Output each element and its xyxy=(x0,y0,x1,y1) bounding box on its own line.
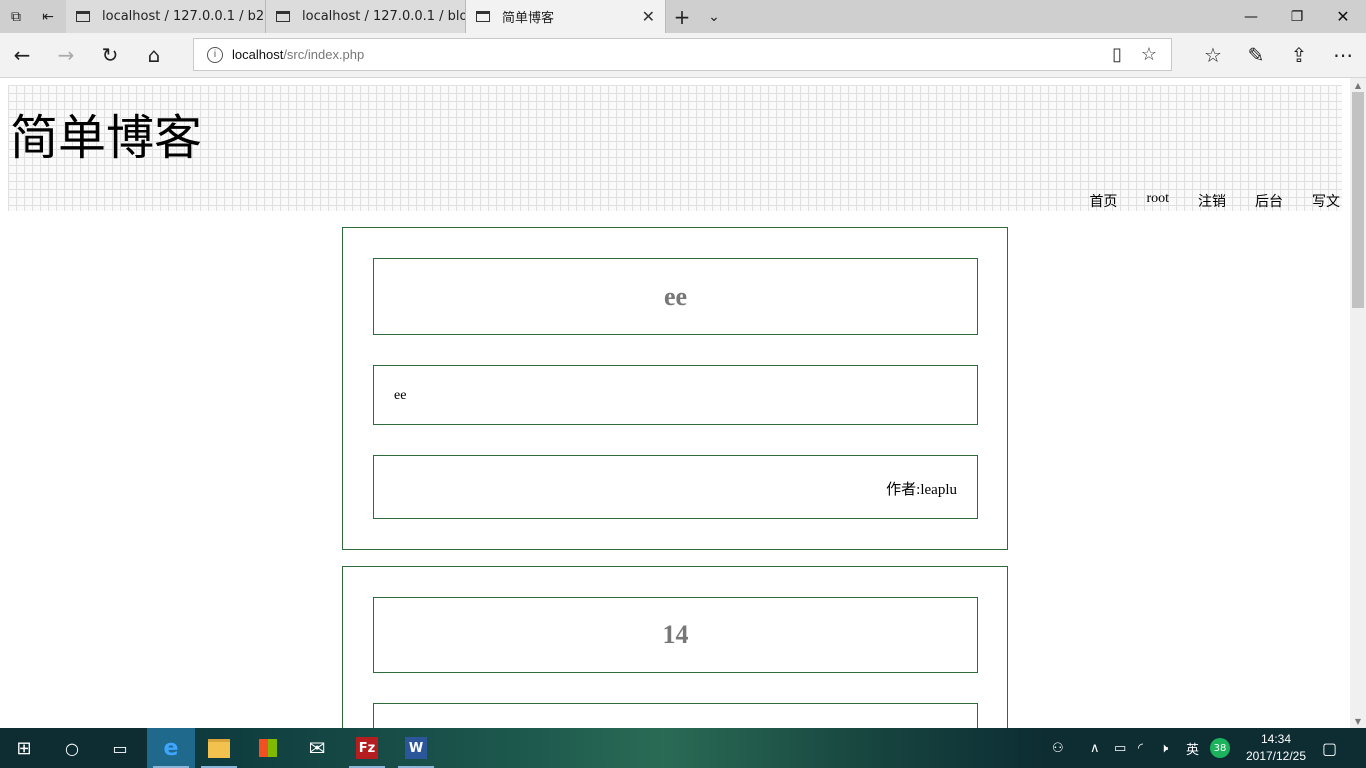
reading-view-icon[interactable]: ▯ xyxy=(1101,39,1133,70)
set-aside-tabs-icon[interactable]: ⇤ xyxy=(32,0,64,33)
tab-1[interactable]: localhost / 127.0.0.1 / b2 / p xyxy=(66,0,266,33)
new-tab-icon[interactable]: + xyxy=(666,0,698,33)
info-icon[interactable]: i xyxy=(207,46,223,63)
refresh-button[interactable]: ↻ xyxy=(88,33,132,77)
share-icon[interactable]: ⇪ xyxy=(1277,33,1321,77)
clock[interactable]: 14:34 2017/12/25 xyxy=(1238,731,1314,765)
menu-write-link[interactable]: 写文 xyxy=(1310,191,1342,211)
badge-count: 38 xyxy=(1210,738,1230,758)
mail-icon[interactable]: ✉ xyxy=(293,728,341,768)
post-content-box: ee xyxy=(373,365,978,425)
search-circle-icon[interactable]: ○ xyxy=(48,728,96,768)
taskbar: ⊞ ○ ▭ e ✉ Fz W ⚇ ∧ ▭ ◜ 🕨 英 38 14:34 2017… xyxy=(0,728,1366,768)
chevron-down-icon[interactable]: ⌄ xyxy=(698,0,730,33)
tab-bar: ⧉ ⇤ localhost / 127.0.0.1 / b2 / p local… xyxy=(0,0,1366,33)
post-author: 作者:leaplu xyxy=(886,482,957,498)
store-icon[interactable] xyxy=(244,728,292,768)
site-title: 简单博客 xyxy=(10,110,203,166)
favorites-hub-icon[interactable]: ☆ xyxy=(1191,33,1235,77)
tab-manager-icon[interactable]: ⧉ xyxy=(0,0,32,33)
post-title[interactable]: 14 xyxy=(374,598,977,672)
minimize-button[interactable]: — xyxy=(1228,0,1274,33)
page-viewport: 简单博客 首页 root 注销 后台 写文 ee ee 作者:leaplu 14 xyxy=(0,78,1350,728)
home-button[interactable]: ⌂ xyxy=(132,33,176,77)
volume-muted-icon[interactable]: 🕨 xyxy=(1160,728,1180,768)
web-note-icon[interactable]: ✎ xyxy=(1234,33,1278,77)
post-title[interactable]: ee xyxy=(374,259,977,334)
menu-home-link[interactable]: 首页 xyxy=(1087,191,1119,211)
wifi-icon[interactable]: ◜ xyxy=(1138,728,1156,768)
menu-user-link[interactable]: root xyxy=(1144,191,1171,211)
chevron-up-icon[interactable]: ∧ xyxy=(1090,728,1106,768)
badge-icon[interactable]: 38 xyxy=(1210,728,1234,768)
url-host: localhost xyxy=(232,47,284,62)
page-icon xyxy=(76,11,90,22)
word-icon[interactable]: W xyxy=(392,728,440,768)
page-icon xyxy=(276,11,290,22)
filezilla-icon[interactable]: Fz xyxy=(343,728,391,768)
site-header: 简单博客 首页 root 注销 后台 写文 xyxy=(8,85,1342,211)
address-field[interactable]: i localhost/src/index.php ▯ ☆ xyxy=(193,38,1172,71)
edge-app-icon[interactable]: e xyxy=(147,728,195,768)
ime-indicator[interactable]: 英 xyxy=(1186,728,1202,768)
windows-start-icon[interactable]: ⊞ xyxy=(0,728,48,768)
post-card: ee ee 作者:leaplu xyxy=(342,227,1008,550)
task-view-icon[interactable]: ▭ xyxy=(96,728,144,768)
tab-label: 简单博客 xyxy=(502,11,555,26)
people-icon[interactable]: ⚇ xyxy=(1052,728,1074,768)
tab-label: localhost / 127.0.0.1 / blog , xyxy=(302,9,466,24)
favorite-star-icon[interactable]: ☆ xyxy=(1133,39,1165,70)
menu-admin-link[interactable]: 后台 xyxy=(1253,191,1285,211)
tab-3-active[interactable]: 简单博客 ✕ xyxy=(466,0,666,33)
scroll-thumb[interactable] xyxy=(1352,92,1364,308)
post-title-box: ee xyxy=(373,258,978,335)
post-content: ee xyxy=(394,388,407,403)
menu-logout-link[interactable]: 注销 xyxy=(1196,191,1228,211)
post-author-box: 作者:leaplu xyxy=(373,455,978,519)
file-explorer-icon[interactable] xyxy=(195,728,243,768)
back-button[interactable]: ← xyxy=(0,33,44,77)
clock-date: 2017/12/25 xyxy=(1245,749,1307,763)
more-icon[interactable]: ⋯ xyxy=(1321,33,1365,77)
scroll-down-icon[interactable]: ▼ xyxy=(1350,714,1366,728)
close-window-button[interactable]: ✕ xyxy=(1320,0,1366,33)
clock-time: 14:34 xyxy=(1260,732,1292,746)
vertical-scrollbar[interactable]: ▲ ▼ xyxy=(1350,78,1366,728)
restore-button[interactable]: ❐ xyxy=(1274,0,1320,33)
battery-icon[interactable]: ▭ xyxy=(1114,728,1132,768)
close-tab-icon[interactable]: ✕ xyxy=(642,7,655,26)
address-bar-row: ← → ↻ ⌂ i localhost/src/index.php ▯ ☆ ☆ … xyxy=(0,33,1366,78)
tab-2[interactable]: localhost / 127.0.0.1 / blog , xyxy=(266,0,466,33)
site-menu: 首页 root 注销 后台 写文 xyxy=(1062,191,1342,211)
tab-label: localhost / 127.0.0.1 / b2 / p xyxy=(102,9,265,24)
forward-button[interactable]: → xyxy=(44,33,88,77)
action-center-icon[interactable]: ▢ xyxy=(1322,728,1344,768)
post-content-box xyxy=(373,703,978,728)
post-title-box: 14 xyxy=(373,597,978,673)
page-icon xyxy=(476,11,490,22)
url-path: /src/index.php xyxy=(283,47,365,62)
scroll-up-icon[interactable]: ▲ xyxy=(1350,78,1366,92)
post-card: 14 xyxy=(342,566,1008,728)
